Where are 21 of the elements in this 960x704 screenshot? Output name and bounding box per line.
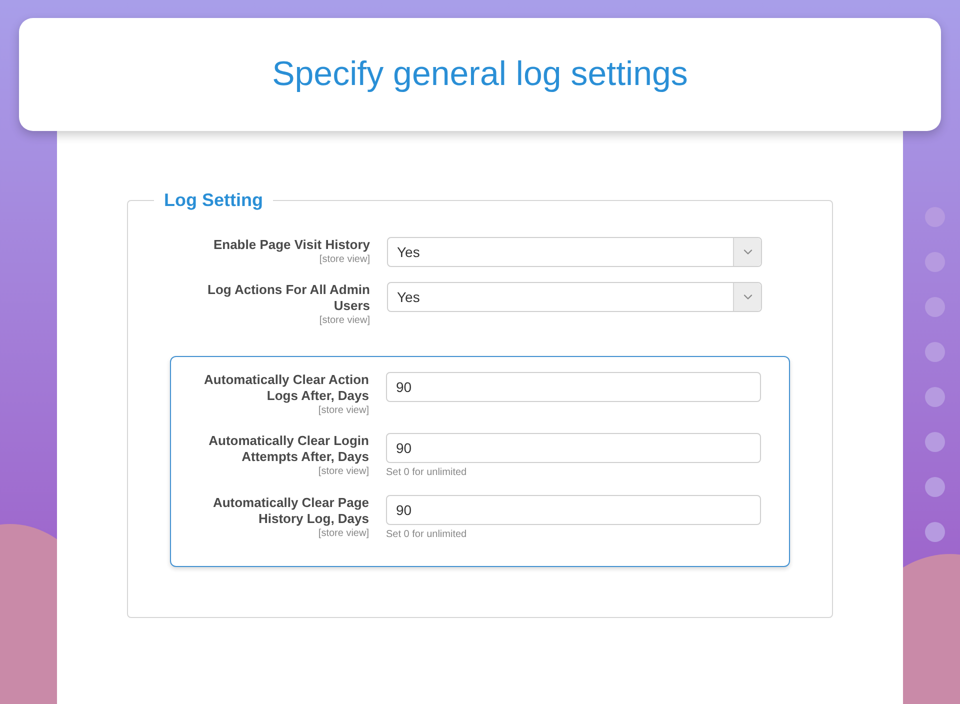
scope-label: [store view]	[318, 404, 369, 418]
select-field[interactable]: Yes	[387, 237, 762, 267]
chevron-down-icon	[733, 283, 761, 311]
scope-label: [store view]	[318, 465, 369, 479]
input-field[interactable]: 90	[386, 495, 761, 525]
hint-text: Set 0 for unlimited	[386, 528, 468, 542]
input-field[interactable]: 90	[386, 433, 761, 463]
select-field[interactable]: Yes	[387, 282, 762, 312]
field-label: Automatically Clear Action Logs After, Days	[203, 372, 369, 404]
hint-text: Set 0 for unlimited	[386, 466, 468, 480]
scope-label: [store view]	[318, 527, 369, 541]
field-label: Automatically Clear Login Attempts After, Days	[208, 433, 369, 465]
page-title: Specify general log settings	[272, 54, 688, 95]
chevron-down-icon	[733, 238, 761, 266]
section-legend: Log Setting	[154, 187, 273, 214]
field-label: Log Actions For All Admin Users	[206, 282, 370, 314]
scope-label: [store view]	[319, 253, 370, 267]
field-label: Automatically Clear Page History Log, Days	[212, 495, 369, 527]
scope-label: [store view]	[319, 314, 370, 328]
input-field[interactable]: 90	[386, 372, 761, 402]
field-label: Enable Page Visit History	[213, 237, 370, 253]
